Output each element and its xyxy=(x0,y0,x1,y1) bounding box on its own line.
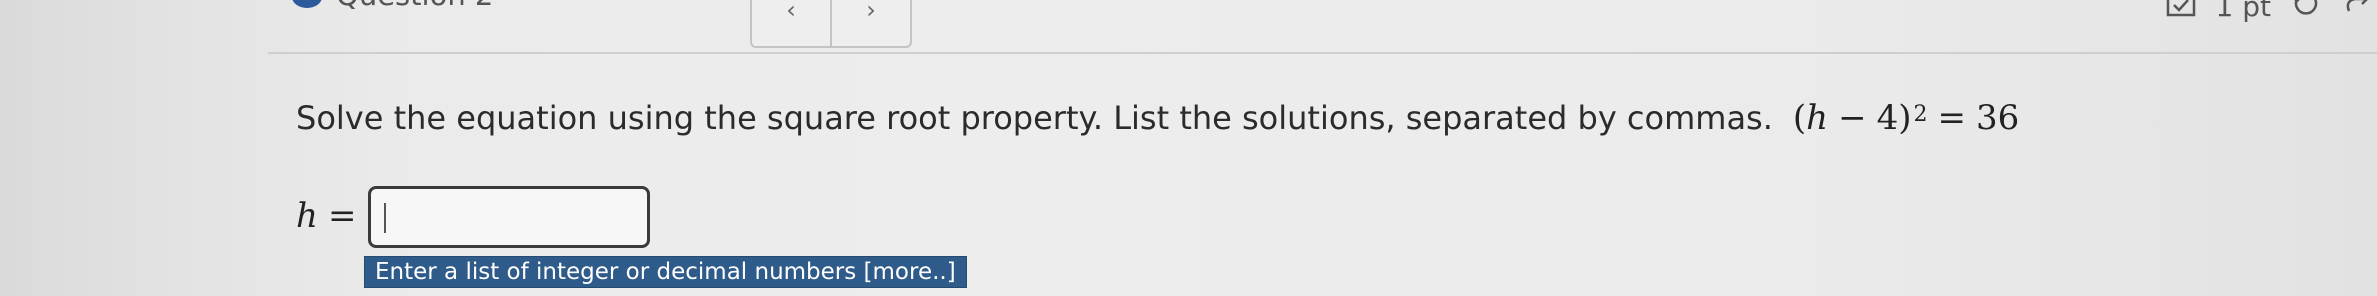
previous-question-button[interactable]: ‹ xyxy=(752,0,830,46)
question-label: Question 2 xyxy=(336,0,493,12)
bookmark-icon[interactable] xyxy=(2166,0,2196,19)
question-prompt: Solve the equation using the square root… xyxy=(296,99,1773,137)
chevron-left-icon: ‹ xyxy=(786,0,796,24)
text-cursor xyxy=(384,203,386,233)
equation-close-paren: ) xyxy=(1898,98,1912,138)
question-text: Solve the equation using the square root… xyxy=(296,98,2019,138)
equation-exponent: 2 xyxy=(1913,102,1928,127)
redo-icon[interactable] xyxy=(2341,0,2371,19)
input-hint-tooltip[interactable]: Enter a list of integer or decimal numbe… xyxy=(364,256,967,288)
answer-variable: h xyxy=(296,196,318,236)
equation-rhs: 36 xyxy=(1975,98,2020,138)
points-label: 1 pt xyxy=(2215,0,2271,23)
question-header: Question 2 ‹ › 1 pt xyxy=(0,0,2377,52)
equation-open-paren: ( xyxy=(1792,98,1807,138)
header-tools: 1 pt xyxy=(2166,0,2377,26)
equation-constant: 4 xyxy=(1876,98,1899,138)
equation: ( h − 4 ) 2 = 36 xyxy=(1793,98,2019,138)
answer-equals: = xyxy=(328,196,357,236)
answer-input[interactable] xyxy=(368,186,650,248)
header-divider xyxy=(268,52,2377,54)
equation-minus: − xyxy=(1838,98,1867,138)
equation-variable: h xyxy=(1806,98,1829,138)
question-nav: ‹ › xyxy=(750,0,912,48)
chevron-right-icon: › xyxy=(866,0,876,24)
next-question-button[interactable]: › xyxy=(830,0,910,46)
equation-equals: = xyxy=(1937,98,1966,138)
question-status-dot xyxy=(292,0,322,8)
undo-icon[interactable] xyxy=(2291,0,2321,19)
